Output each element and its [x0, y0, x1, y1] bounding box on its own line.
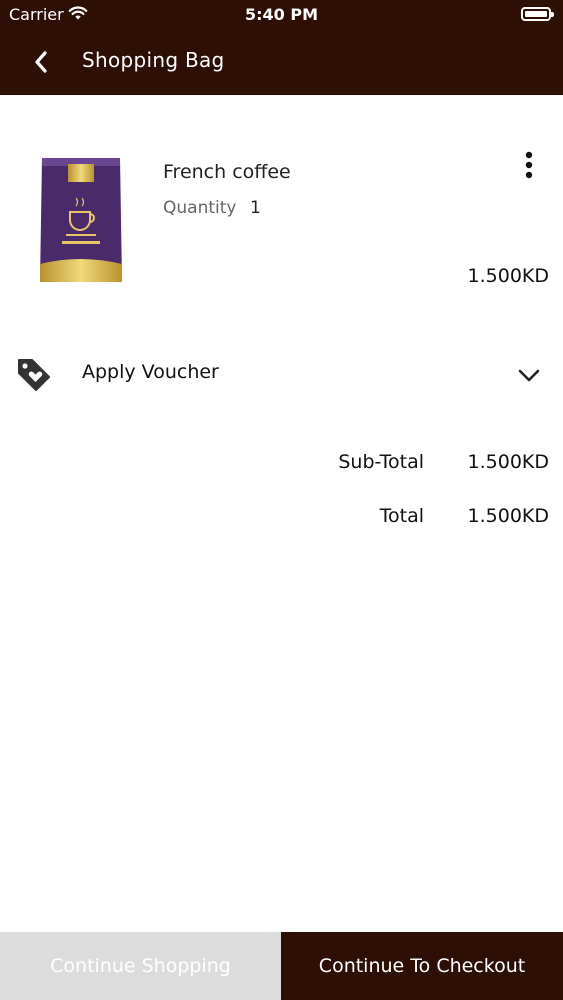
continue-shopping-button[interactable]: Continue Shopping — [0, 932, 281, 1000]
chevron-down-icon[interactable] — [514, 362, 544, 388]
quantity-label: Quantity — [163, 198, 237, 218]
product-name: French coffee — [163, 161, 291, 183]
footer-actions: Continue Shopping Continue To Checkout — [0, 932, 563, 1000]
app-header: Carrier 5:40 PM Shopping Bag — [0, 0, 563, 95]
total-value: 1.500KD — [467, 505, 549, 527]
total-row: Total 1.500KD — [0, 501, 563, 535]
total-label: Total — [379, 505, 424, 527]
product-image — [40, 158, 122, 282]
checkout-button[interactable]: Continue To Checkout — [281, 932, 563, 1000]
cart-item: French coffee Quantity 1 1.500KD — [0, 95, 563, 315]
nav-bar: Shopping Bag — [0, 30, 563, 95]
subtotal-row: Sub-Total 1.500KD — [0, 447, 563, 481]
tag-heart-icon — [18, 359, 50, 391]
quantity-value: 1 — [250, 198, 261, 218]
apply-voucher-row[interactable]: Apply Voucher — [0, 345, 563, 405]
subtotal-value: 1.500KD — [467, 451, 549, 473]
back-arrow-icon[interactable] — [22, 42, 62, 82]
page-title: Shopping Bag — [82, 48, 225, 72]
clock: 5:40 PM — [244, 5, 318, 24]
subtotal-label: Sub-Total — [338, 451, 424, 473]
apply-voucher-label: Apply Voucher — [82, 361, 219, 383]
item-price: 1.500KD — [467, 265, 549, 287]
battery-icon — [521, 7, 554, 21]
status-bar: Carrier 5:40 PM — [0, 0, 563, 30]
more-vertical-icon[interactable] — [516, 149, 542, 185]
